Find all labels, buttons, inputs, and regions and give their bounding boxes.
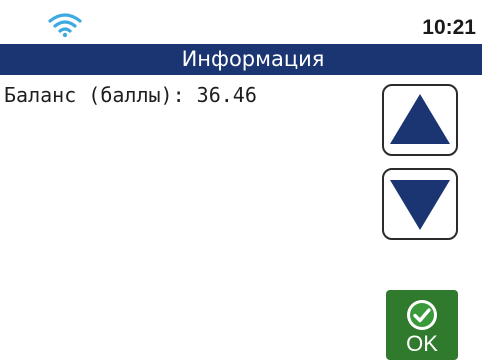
scroll-down-button[interactable] xyxy=(382,168,458,240)
ok-button-label: OK xyxy=(406,331,438,356)
scroll-up-button[interactable] xyxy=(382,84,458,156)
clock: 10:21 xyxy=(422,16,476,39)
page-title: Информация xyxy=(181,47,325,71)
balance-text: Баланс (баллы): 36.46 xyxy=(4,83,257,107)
ok-button[interactable]: OK xyxy=(386,290,458,360)
title-bar: Информация xyxy=(0,44,482,75)
arrow-down-icon xyxy=(390,180,450,230)
wifi-icon xyxy=(48,13,82,38)
arrow-up-icon xyxy=(390,94,450,144)
check-circle-icon xyxy=(407,300,437,330)
status-bar: 10:21 xyxy=(0,0,482,44)
terminal-screen: 10:21 Информация Баланс (баллы): 36.46 O… xyxy=(0,0,482,363)
